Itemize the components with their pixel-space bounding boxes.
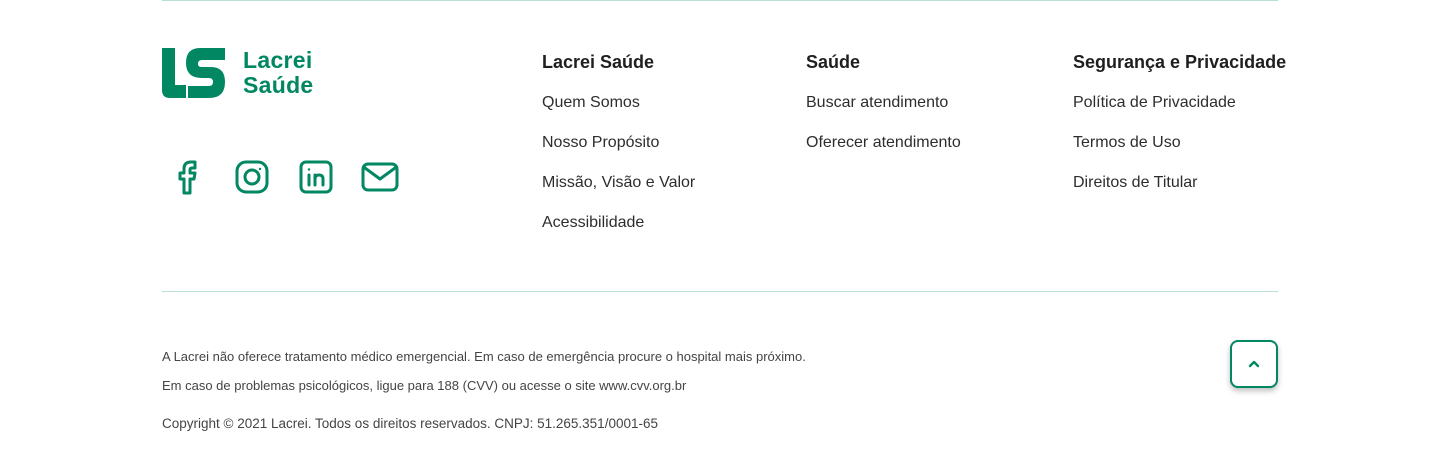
emergency-disclaimer: A Lacrei não oferece tratamento médico e… (162, 342, 806, 400)
footer-column-lacrei-saude: Lacrei Saúde Quem Somos Nosso Propósito … (542, 52, 695, 252)
linkedin-link[interactable] (296, 157, 336, 197)
social-links (168, 157, 424, 197)
chevron-up-icon (1248, 360, 1260, 368)
column-heading: Segurança e Privacidade (1073, 52, 1287, 72)
direitos-de-titular-link[interactable]: Direitos de Titular (1073, 174, 1198, 191)
instagram-icon (235, 160, 269, 194)
missao-visao-valor-link[interactable]: Missão, Visão e Valor (542, 174, 695, 191)
list-item: Nosso Propósito (542, 132, 695, 172)
disclaimer-line-1: A Lacrei não oferece tratamento médico e… (162, 349, 806, 364)
facebook-icon (178, 160, 197, 195)
email-icon (361, 162, 399, 192)
footer-column-seguranca-privacidade: Segurança e Privacidade Política de Priv… (1073, 52, 1286, 212)
list-item: Quem Somos (542, 92, 695, 132)
linkedin-icon (299, 160, 333, 194)
termos-de-uso-link[interactable]: Termos de Uso (1073, 134, 1181, 151)
footer-column-saude: Saúde Buscar atendimento Oferecer atendi… (806, 52, 961, 172)
column-heading: Saúde (806, 52, 861, 72)
column-heading: Lacrei Saúde (542, 52, 655, 72)
list-item: Direitos de Titular (1073, 172, 1286, 212)
oferecer-atendimento-link[interactable]: Oferecer atendimento (806, 134, 961, 151)
back-to-top-button[interactable] (1230, 340, 1278, 388)
facebook-link[interactable] (168, 157, 208, 197)
instagram-link[interactable] (232, 157, 272, 197)
logo-wordmark-line2: Saúde (243, 72, 314, 98)
copyright-text: Copyright © 2021 Lacrei. Todos os direit… (162, 416, 658, 431)
logo-wordmark-line1: Lacrei (243, 47, 313, 73)
acessibilidade-link[interactable]: Acessibilidade (542, 214, 644, 231)
email-link[interactable] (360, 157, 400, 197)
politica-privacidade-link[interactable]: Política de Privacidade (1073, 94, 1236, 111)
list-item: Política de Privacidade (1073, 92, 1286, 132)
footer-top-divider (162, 0, 1278, 1)
lacrei-logo[interactable]: Lacrei Saúde (162, 48, 314, 98)
quem-somos-link[interactable]: Quem Somos (542, 94, 640, 111)
lacrei-logo-mark (162, 48, 225, 98)
buscar-atendimento-link[interactable]: Buscar atendimento (806, 94, 948, 111)
list-item: Termos de Uso (1073, 132, 1286, 172)
list-item: Buscar atendimento (806, 92, 961, 132)
nosso-proposito-link[interactable]: Nosso Propósito (542, 134, 659, 151)
list-item: Acessibilidade (542, 212, 695, 252)
logo-wordmark: Lacrei Saúde (243, 48, 314, 98)
list-item: Oferecer atendimento (806, 132, 961, 172)
disclaimer-line-2: Em caso de problemas psicológicos, ligue… (162, 378, 687, 393)
list-item: Missão, Visão e Valor (542, 172, 695, 212)
footer-divider (162, 291, 1278, 292)
